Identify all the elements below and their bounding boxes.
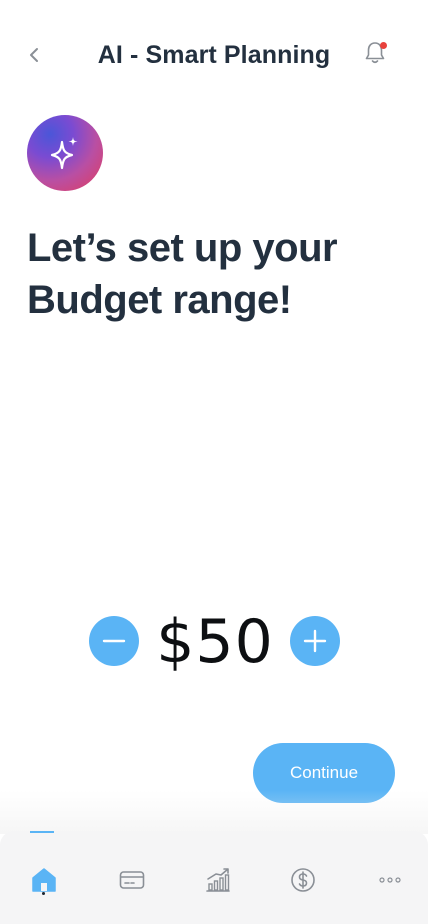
bottom-nav — [0, 831, 428, 924]
page-title: AI - Smart Planning — [97, 41, 331, 69]
headline-line-2: Budget range! — [27, 278, 292, 322]
plus-icon — [303, 629, 327, 653]
dollar-icon — [291, 868, 315, 892]
smart-planning-screen: AI - Smart Planning Let’s set up your Bu… — [0, 0, 428, 924]
budget-stepper: $50 — [0, 612, 428, 672]
nav-more[interactable] — [375, 865, 405, 895]
active-tab-indicator — [30, 831, 54, 833]
nav-stats[interactable] — [203, 865, 233, 895]
minus-icon — [102, 639, 126, 643]
chart-icon — [206, 868, 230, 892]
notifications-button[interactable] — [360, 38, 390, 68]
ai-avatar — [27, 115, 103, 191]
credit-card-icon — [119, 871, 145, 889]
sparkles-icon — [50, 137, 78, 170]
more-icon — [379, 877, 401, 883]
chevron-left-icon — [30, 48, 38, 62]
nav-home[interactable] — [29, 865, 59, 895]
nav-fade — [0, 790, 428, 834]
active-tab-dot — [42, 892, 45, 895]
headline: Let’s set up your Budget range! — [27, 222, 407, 326]
budget-amount: $50 — [156, 607, 274, 677]
headline-line-1: Let’s set up your — [27, 226, 338, 270]
decrease-button[interactable] — [89, 616, 139, 666]
home-icon — [32, 868, 56, 892]
header: AI - Smart Planning — [0, 0, 428, 110]
back-button[interactable] — [20, 40, 48, 70]
increase-button[interactable] — [290, 616, 340, 666]
notification-dot — [380, 42, 387, 49]
nav-money[interactable] — [288, 865, 318, 895]
nav-cards[interactable] — [117, 865, 147, 895]
